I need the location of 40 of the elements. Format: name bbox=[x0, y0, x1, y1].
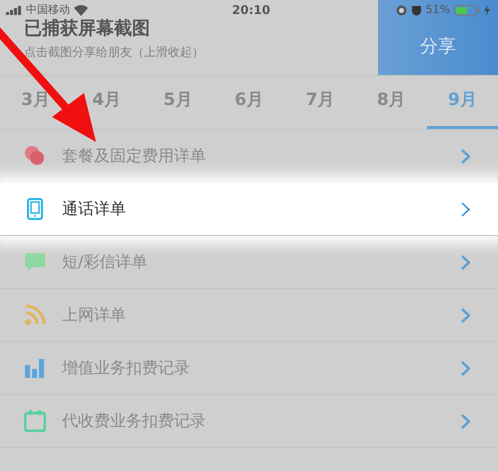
notification-subtitle: 点击截图分享给朋友（上滑收起） bbox=[24, 44, 204, 60]
rss-icon bbox=[24, 304, 46, 326]
clock: 20:10 bbox=[232, 2, 270, 19]
phone-icon bbox=[24, 198, 46, 220]
signal-icon bbox=[6, 5, 22, 15]
row-label: 上网详单 bbox=[62, 304, 127, 326]
chat-icon bbox=[24, 251, 46, 273]
row-label: 代收费业务扣费记录 bbox=[62, 410, 207, 432]
row-label: 短/彩信详单 bbox=[62, 251, 148, 273]
month-tab[interactable]: 3月 bbox=[21, 88, 50, 114]
row-label: 通话详单 bbox=[62, 198, 127, 220]
chevron-icon bbox=[461, 254, 470, 270]
chevron-icon bbox=[461, 308, 470, 322]
bar-chart-icon bbox=[24, 357, 46, 379]
month-tab[interactable]: 7月 bbox=[306, 88, 335, 114]
list-row[interactable]: 短/彩信详单 bbox=[0, 236, 498, 289]
chevron-icon bbox=[461, 202, 470, 216]
month-tab[interactable]: 6月 bbox=[234, 88, 264, 114]
list-row[interactable]: 增值业务扣费记录 bbox=[0, 342, 498, 395]
list-row[interactable]: 上网详单 bbox=[0, 289, 498, 342]
month-tab[interactable]: 9月 bbox=[448, 88, 477, 114]
chevron-icon bbox=[461, 360, 470, 376]
chevron-icon bbox=[461, 148, 470, 164]
calendar-icon bbox=[24, 410, 46, 432]
notification-title: 已捕获屏幕截图 bbox=[24, 18, 150, 40]
charging-icon bbox=[484, 4, 490, 16]
row-label: 增值业务扣费记录 bbox=[62, 357, 191, 379]
list-row[interactable]: 代收费业务扣费记录 bbox=[0, 395, 498, 448]
highlighted-row[interactable]: 通话详单 bbox=[0, 183, 498, 236]
month-tab[interactable]: 8月 bbox=[376, 88, 406, 114]
coins-icon bbox=[24, 145, 46, 167]
carrier-name: 中国移动 bbox=[26, 2, 70, 18]
month-tab[interactable]: 4月 bbox=[92, 88, 122, 114]
wifi-icon bbox=[74, 4, 88, 16]
chevron-icon bbox=[461, 414, 470, 428]
rotation-lock-icon bbox=[396, 4, 407, 16]
battery-percent: 51% bbox=[426, 2, 450, 18]
row-label: 套餐及固定费用详单 bbox=[62, 145, 207, 167]
battery-icon bbox=[454, 4, 480, 16]
month-tab[interactable]: 5月 bbox=[163, 88, 192, 114]
